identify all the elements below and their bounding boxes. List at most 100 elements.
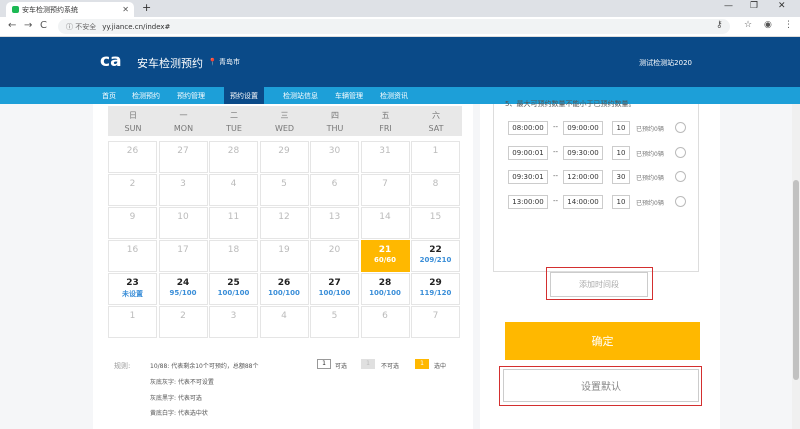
window-close-icon[interactable]: ✕ [778, 1, 786, 11]
day-number: 26 [277, 278, 291, 288]
calendar-day-cell[interactable]: 22 209/210 [411, 240, 460, 272]
slot-select-radio[interactable] [675, 146, 686, 158]
reload-icon[interactable]: C [40, 20, 47, 31]
city-selector[interactable]: 📍 青岛市 [208, 57, 240, 67]
bookmark-star-icon[interactable]: ☆ [744, 20, 752, 30]
day-number: 3 [230, 311, 237, 321]
slot-booked-count: 已预约0辆 [636, 175, 664, 182]
calendar-day-cell: 10 [158, 207, 208, 239]
account-icon[interactable]: ◉ [764, 20, 772, 30]
calendar-day-cell: 30 [310, 141, 359, 173]
highlight-frame [546, 267, 653, 300]
day-number: 26 [126, 146, 139, 156]
slot-end-input[interactable]: 09:30:00 [563, 145, 603, 160]
new-tab-button[interactable]: + [142, 1, 151, 14]
browser-tab-strip: 安车检测预约系统 ✕ + — ❐ ✕ [0, 0, 800, 17]
confirm-button[interactable]: 确定 [505, 322, 700, 360]
day-number: 2 [129, 179, 136, 189]
slot-capacity-input[interactable]: 30 [612, 170, 630, 184]
calendar-day-cell: 2 [108, 174, 157, 206]
slot-select-radio[interactable] [675, 195, 686, 207]
calendar-day-cell: 28 [209, 141, 258, 173]
day-quota: 100/100 [318, 289, 351, 297]
nav-item-booking-management[interactable]: 预约管理 [171, 87, 211, 104]
day-quota: 209/210 [419, 256, 452, 264]
minimize-icon[interactable]: — [724, 1, 733, 11]
calendar-day-cell: 3 [158, 174, 208, 206]
day-number: 1 [432, 146, 439, 156]
calendar-day-cell[interactable]: 26 100/100 [259, 273, 309, 305]
nav-item-booking-settings[interactable]: 预约设置 [224, 87, 264, 104]
slot-start-input[interactable]: 13:00:00 [508, 194, 548, 209]
slot-end-input[interactable]: 12:00:00 [563, 170, 603, 184]
calendar-weekday-header: 日 SUN 一 MON 二 TUE 三 WED 四 THU 五 FRI 六 SAT [108, 106, 462, 136]
rules-line: 灰底黑字: 代表可选 [150, 395, 202, 402]
browser-menu-icon[interactable]: ⋮ [784, 20, 793, 30]
scrollbar-thumb[interactable] [793, 180, 799, 380]
weekday-en: THU [326, 124, 344, 133]
slot-capacity-input[interactable]: 10 [612, 194, 630, 209]
day-number: 6 [382, 311, 388, 321]
nav-item-home[interactable]: 首页 [96, 87, 122, 104]
calendar-day-cell: 29 [259, 141, 309, 173]
calendar-day-cell: 6 [360, 306, 410, 338]
slot-capacity-input[interactable]: 10 [612, 145, 630, 160]
day-number: 8 [432, 179, 439, 189]
day-number: 11 [227, 212, 240, 222]
calendar-day-cell[interactable]: 23 未设置 [108, 273, 157, 305]
calendar-day-cell: 4 [259, 306, 309, 338]
slot-end-input[interactable]: 14:00:00 [563, 194, 603, 209]
legend-unavailable-box: 1 [361, 359, 375, 369]
day-number: 20 [328, 245, 341, 255]
nav-item-news[interactable]: 检测资讯 [374, 87, 414, 104]
day-number: 4 [281, 311, 287, 321]
slot-booked-count: 已预约0辆 [636, 126, 664, 133]
day-number: 5 [331, 311, 338, 321]
slot-end-input[interactable]: 09:00:00 [563, 121, 603, 135]
slot-start-input[interactable]: 09:30:01 [508, 170, 548, 184]
slot-start-input[interactable]: 08:00:00 [508, 121, 548, 135]
day-number: 27 [177, 146, 189, 156]
day-quota: 95/100 [169, 289, 197, 297]
back-icon[interactable]: ← [8, 20, 16, 31]
key-icon[interactable]: ⚷ [716, 20, 723, 30]
day-number: 25 [227, 278, 240, 288]
calendar-day-cell[interactable]: 27 100/100 [310, 273, 359, 305]
weekday-cn: 六 [432, 111, 440, 120]
slot-select-radio[interactable] [675, 171, 686, 182]
calendar-day-cell[interactable]: 25 100/100 [209, 273, 258, 305]
slot-select-radio[interactable] [675, 122, 686, 133]
maximize-icon[interactable]: ❐ [750, 1, 758, 11]
nav-item-station-info[interactable]: 检测站信息 [277, 87, 324, 104]
day-quota: 100/100 [369, 289, 401, 297]
nav-item-inspection-booking[interactable]: 检测预约 [126, 87, 166, 104]
day-number: 23 [126, 278, 139, 288]
calendar-day-cell: 8 [411, 174, 460, 206]
calendar-day-cell: 31 [360, 141, 410, 173]
day-number: 1 [129, 311, 136, 321]
tab-close-icon[interactable]: ✕ [122, 5, 129, 14]
weekday-cn: 日 [129, 111, 137, 120]
weekday-header-cell: 日 SUN [108, 106, 158, 136]
calendar-day-cell[interactable]: 29 119/120 [411, 273, 460, 305]
calendar-day-cell[interactable]: 28 100/100 [360, 273, 410, 305]
calendar-day-cell[interactable]: 21 60/60 [360, 240, 410, 272]
legend-selected-label: 选中 [434, 363, 447, 370]
nav-item-vehicle-management[interactable]: 车辆管理 [329, 87, 369, 104]
url-input[interactable]: ⓘ 不安全 yy.jiance.cn/index# [58, 19, 730, 34]
url-text: yy.jiance.cn/index# [102, 22, 171, 31]
weekday-en: WED [274, 124, 295, 133]
slot-start-input[interactable]: 09:00:01 [508, 145, 548, 160]
browser-tab[interactable]: 安车检测预约系统 ✕ [6, 2, 134, 17]
weekday-en: TUE [226, 124, 242, 133]
security-indicator[interactable]: ⓘ 不安全 [66, 22, 96, 32]
slot-separator: -- [553, 123, 559, 131]
day-number: 15 [429, 212, 442, 222]
slot-capacity-input[interactable]: 10 [612, 121, 630, 135]
day-number: 9 [129, 212, 136, 222]
calendar-day-cell[interactable]: 24 95/100 [158, 273, 208, 305]
day-number: 3 [180, 179, 186, 189]
calendar-day-cell: 17 [158, 240, 208, 272]
weekday-header-cell: 六 SAT [411, 106, 461, 136]
forward-icon[interactable]: → [24, 20, 32, 31]
